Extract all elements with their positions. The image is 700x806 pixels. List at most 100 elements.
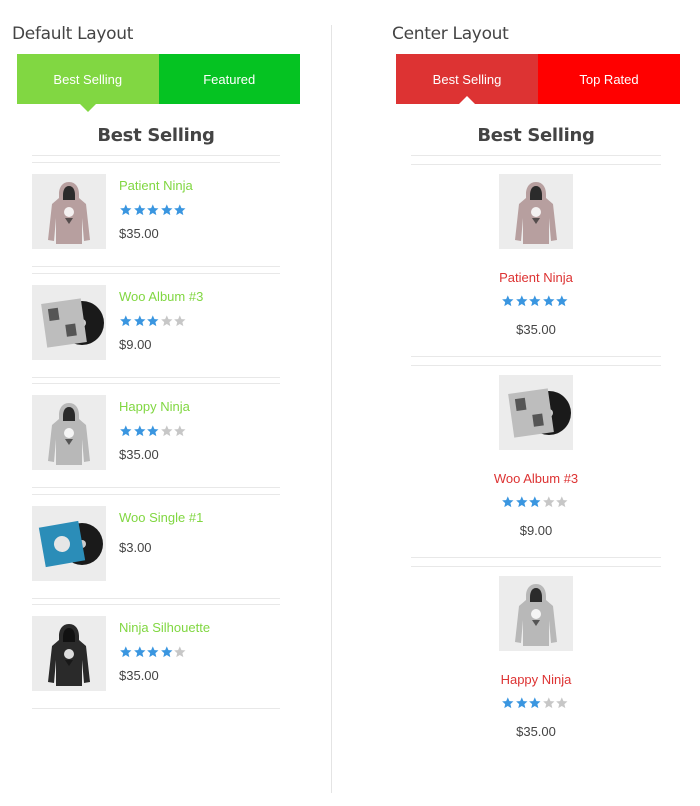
star-empty-icon	[174, 314, 186, 326]
tab-best-selling[interactable]: Best Selling	[17, 54, 159, 112]
album-icon[interactable]	[32, 284, 106, 360]
star-filled-icon	[556, 295, 568, 307]
star-empty-icon	[542, 697, 555, 709]
product-price: $35.00	[119, 447, 159, 462]
tab-label: Featured	[203, 71, 256, 87]
star-filled-icon	[529, 496, 541, 508]
separator-line	[32, 597, 280, 599]
star-filled-icon	[174, 204, 186, 216]
star-rating	[501, 495, 569, 509]
star-filled-icon	[160, 204, 173, 216]
star-filled-icon	[529, 295, 541, 307]
hoodie-black-icon[interactable]	[32, 616, 106, 691]
star-filled-icon	[147, 204, 159, 216]
product-price: $9.00	[119, 336, 152, 352]
star-rating	[119, 314, 187, 328]
star-filled-icon	[502, 496, 514, 508]
star-filled-icon	[160, 646, 173, 658]
tab-featured[interactable]: Featured	[158, 54, 300, 104]
tab-label: Best Selling	[432, 71, 502, 87]
section-title: Best Selling	[97, 125, 215, 146]
star-rating	[119, 203, 187, 217]
star-filled-icon	[133, 646, 146, 658]
star-rating	[119, 645, 187, 659]
star-filled-icon	[133, 314, 146, 326]
product-name-link[interactable]: Patient Ninja	[411, 270, 661, 285]
star-empty-icon	[556, 496, 568, 508]
hoodie-pink-icon[interactable]	[499, 174, 573, 249]
star-filled-icon	[147, 314, 159, 326]
tab-label: Top Rated	[579, 71, 639, 87]
separator-line	[32, 272, 280, 274]
separator-line	[32, 604, 280, 605]
active-tab-pointer	[459, 96, 475, 104]
star-empty-icon	[160, 425, 173, 437]
star-empty-icon	[556, 697, 568, 709]
hoodie-grey-icon[interactable]	[499, 576, 573, 651]
star-filled-icon	[147, 646, 159, 658]
separator-line	[32, 162, 280, 163]
tab-top-rated[interactable]: Top Rated	[538, 54, 680, 104]
product-price: $35.00	[119, 226, 159, 241]
product-name-link[interactable]: Happy Ninja	[411, 672, 661, 687]
separator-line	[411, 365, 661, 366]
star-filled-icon	[529, 697, 541, 709]
star-filled-icon	[502, 697, 514, 709]
product-name-link[interactable]: Woo Album #3	[411, 471, 661, 486]
separator-line	[32, 493, 280, 495]
star-rating	[501, 696, 569, 710]
hoodie-grey-icon[interactable]	[32, 395, 106, 470]
album-icon[interactable]	[499, 375, 573, 450]
star-filled-icon	[120, 204, 132, 216]
tab-best-selling[interactable]: Best Selling	[396, 54, 538, 104]
single-icon[interactable]	[32, 505, 106, 581]
star-filled-icon	[502, 295, 514, 307]
product-name-link[interactable]: Patient Ninja	[119, 178, 193, 193]
separator-line	[32, 708, 280, 709]
active-tab-pointer	[79, 104, 96, 112]
product-name-link[interactable]: Woo Single #1	[119, 510, 203, 525]
separator-line	[32, 383, 280, 384]
separator-line	[411, 356, 661, 357]
separator-line	[411, 557, 661, 558]
default-layout-title: Default Layout	[12, 24, 134, 44]
center-layout-title: Center Layout	[392, 24, 509, 44]
separator-line	[32, 266, 280, 267]
product-name-link[interactable]: Woo Album #3	[119, 289, 203, 304]
star-filled-icon	[515, 295, 528, 307]
hoodie-pink-icon[interactable]	[32, 174, 106, 249]
product-price: $3.00	[119, 539, 152, 555]
product-price: $35.00	[119, 668, 159, 683]
product-price: $35.00	[516, 724, 556, 739]
default-layout-tabs: Best Selling Featured	[17, 54, 300, 112]
star-filled-icon	[133, 204, 146, 216]
separator-line	[32, 487, 280, 488]
star-rating	[119, 424, 187, 438]
center-layout-panel: Center Layout Best Selling Top Rated Bes…	[332, 0, 700, 806]
star-empty-icon	[160, 314, 173, 326]
star-filled-icon	[120, 425, 132, 437]
separator-line	[411, 164, 661, 165]
separator-line	[32, 376, 280, 378]
separator-line	[411, 155, 661, 156]
star-filled-icon	[147, 425, 159, 437]
star-filled-icon	[542, 295, 555, 307]
star-filled-icon	[120, 314, 132, 326]
star-empty-icon	[542, 496, 555, 508]
star-filled-icon	[515, 697, 528, 709]
star-empty-icon	[174, 646, 186, 658]
tab-label: Best Selling	[53, 71, 123, 87]
section-title: Best Selling	[477, 125, 595, 146]
separator-line	[411, 566, 661, 567]
star-filled-icon	[515, 496, 528, 508]
product-price: $35.00	[516, 322, 556, 337]
center-layout-tabs: Best Selling Top Rated	[396, 54, 680, 104]
star-empty-icon	[174, 425, 186, 437]
star-filled-icon	[133, 425, 146, 437]
star-rating	[501, 294, 569, 308]
separator-line	[32, 155, 280, 156]
product-name-link[interactable]: Ninja Silhouette	[119, 620, 210, 635]
product-price: $9.00	[519, 523, 553, 538]
product-name-link[interactable]: Happy Ninja	[119, 399, 190, 414]
default-layout-panel: Default Layout Best Selling Featured Bes…	[0, 0, 331, 806]
